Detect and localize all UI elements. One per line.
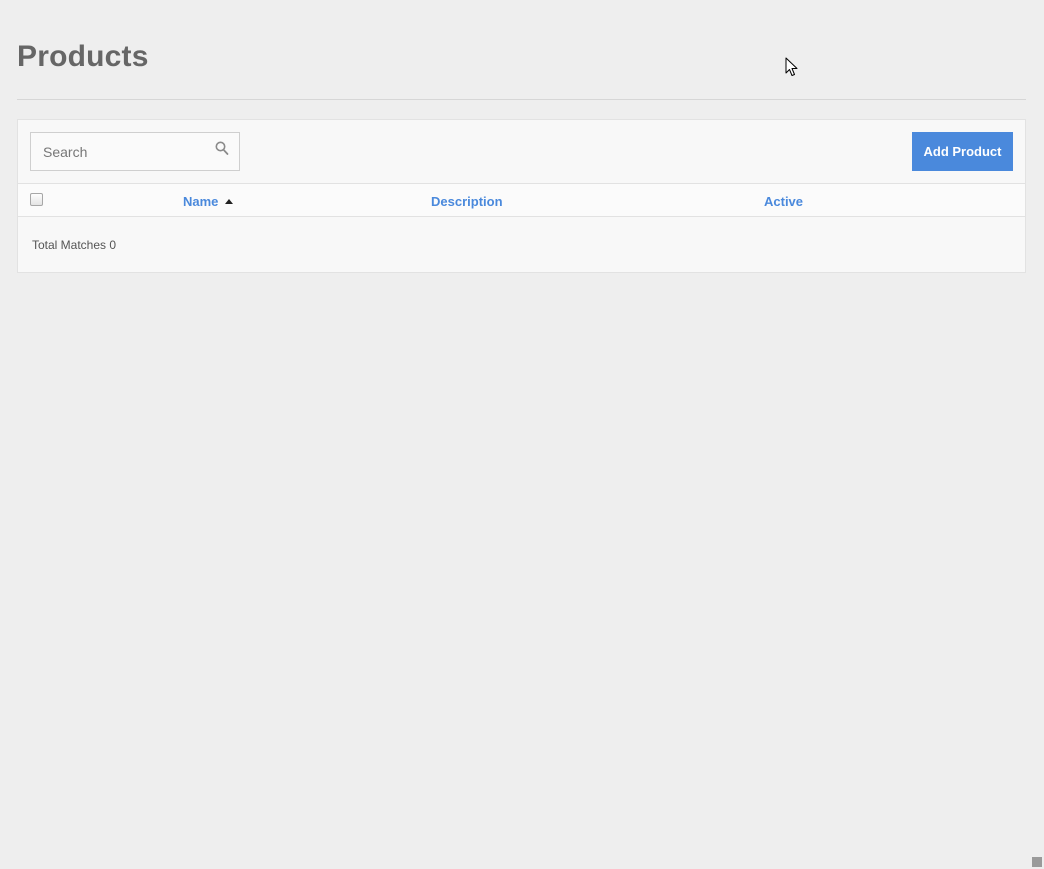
products-panel: Add Product Name Description Active Tota… xyxy=(17,119,1026,273)
add-product-button[interactable]: Add Product xyxy=(912,132,1013,171)
mouse-pointer-icon xyxy=(785,57,798,76)
select-all-checkbox[interactable] xyxy=(30,193,43,206)
search-icon[interactable] xyxy=(215,141,229,157)
column-header-active[interactable]: Active xyxy=(764,194,803,209)
column-header-name[interactable]: Name xyxy=(183,194,234,209)
search-box xyxy=(30,132,240,171)
toolbar: Add Product xyxy=(18,120,1025,184)
page-title: Products xyxy=(17,40,149,73)
column-header-description[interactable]: Description xyxy=(431,194,503,209)
sort-asc-icon xyxy=(225,199,234,204)
resize-handle[interactable] xyxy=(1032,857,1042,867)
table-header: Name Description Active xyxy=(18,184,1025,217)
page-header: Products xyxy=(17,0,1026,100)
search-input[interactable] xyxy=(31,133,211,170)
column-header-label: Name xyxy=(183,194,219,209)
total-matches: Total Matches 0 xyxy=(32,238,117,252)
